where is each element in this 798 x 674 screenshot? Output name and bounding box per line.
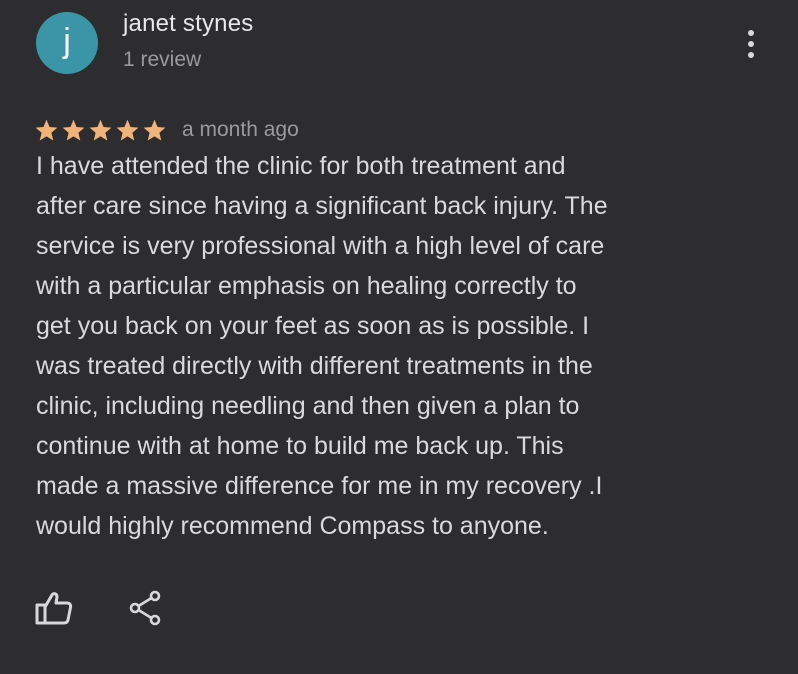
avatar-initial: j [63,21,71,60]
review-text: I have attended the clinic for both trea… [36,152,608,540]
review-date: a month ago [182,118,299,141]
rating-row: a month ago [34,112,299,148]
share-icon [126,588,166,628]
share-button[interactable] [126,588,166,628]
star-icon [89,119,112,140]
like-button[interactable] [34,588,74,628]
avatar[interactable]: j [36,12,98,74]
more-options-button[interactable] [736,24,766,64]
star-icon [116,119,139,140]
review-card: j janet stynes 1 review a month ago I ha… [0,0,798,674]
thumbs-up-icon [34,588,74,628]
author-name[interactable]: janet stynes [123,10,253,38]
more-vertical-icon [748,30,754,58]
star-icon [35,119,58,140]
star-icon [143,119,166,140]
star-icon [62,119,85,140]
star-rating [34,118,167,143]
review-count: 1 review [123,48,202,71]
